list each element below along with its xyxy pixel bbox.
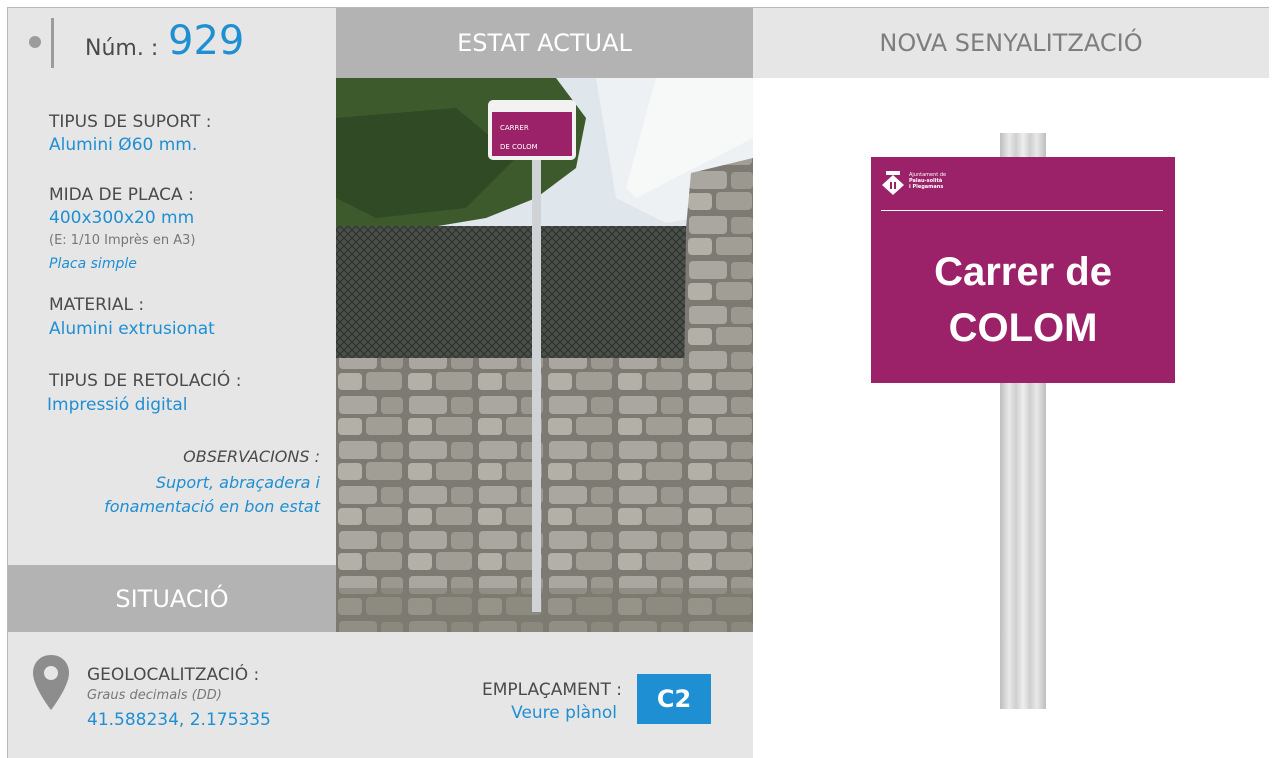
geolocation-format: Graus decimals (DD): [87, 688, 222, 703]
new-sign-line-2: COLOM: [948, 306, 1098, 350]
geolocation-value: 41.588234, 2.175335: [87, 710, 271, 730]
lettering-value: Impressió digital: [47, 395, 188, 415]
lettering-label: TIPUS DE RETOLACIÓ :: [49, 371, 242, 391]
situation-header: SITUACIÓ: [8, 565, 336, 632]
observations-line-2: fonamentació en bon estat: [104, 497, 320, 516]
material-label: MATERIAL :: [49, 295, 145, 315]
photo-sign-line-2: DE COLOM: [500, 143, 538, 151]
sign-divider: [881, 210, 1163, 211]
header-dot-icon: [29, 36, 41, 48]
location-label: EMPLAÇAMENT :: [482, 680, 622, 700]
number-value: 929: [168, 18, 245, 64]
tab-new-signage: NOVA SENYALITZACIÓ: [753, 8, 1269, 78]
current-state-photo: CARRER DE COLOM: [336, 78, 753, 632]
location-code-badge: C2: [637, 674, 711, 724]
logo-text: Ajuntament de Palau-solità i Plegamans: [909, 172, 946, 190]
plate-value: 400x300x20 mm: [49, 208, 195, 228]
map-link[interactable]: Veure plànol: [511, 703, 617, 723]
tab-current-state: ESTAT ACTUAL: [336, 8, 753, 78]
observations-label: OBSERVACIONS :: [183, 447, 320, 466]
number-label: Núm. :: [85, 36, 159, 61]
logo-line-3: i Plegamans: [909, 184, 944, 190]
location-pin-icon: [31, 654, 71, 712]
plate-label: MIDA DE PLACA :: [49, 185, 194, 205]
header-divider: [51, 18, 54, 68]
support-value: Alumini Ø60 mm.: [49, 135, 198, 155]
geolocation-label: GEOLOCALITZACIÓ :: [87, 665, 260, 685]
new-sign-line-1: Carrer de: [934, 250, 1112, 294]
support-label: TIPUS DE SUPORT :: [49, 112, 212, 132]
material-value: Alumini extrusionat: [49, 319, 215, 339]
observations-line-1: Suport, abraçadera i: [155, 473, 320, 492]
municipal-shield-icon: [881, 171, 905, 195]
photo-sign-line-1: CARRER: [500, 124, 529, 132]
plate-type: Placa simple: [49, 256, 137, 272]
plate-scale: (E: 1/10 Imprès en A3): [49, 233, 196, 248]
